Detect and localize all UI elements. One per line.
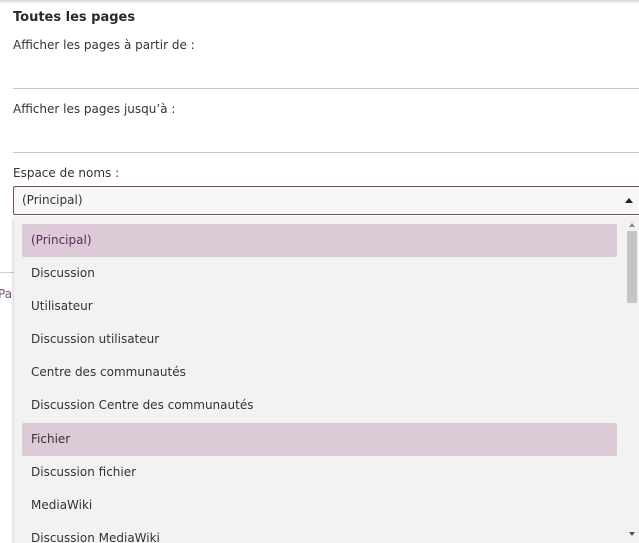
dropdown-option[interactable]: MediaWiki: [22, 489, 617, 522]
namespace-select-value: (Principal): [22, 193, 83, 207]
from-input[interactable]: [13, 62, 639, 89]
namespace-dropdown-list[interactable]: (Principal) Discussion Utilisateur Discu…: [14, 216, 639, 543]
page-title: Toutes les pages: [13, 10, 136, 25]
dropdown-option[interactable]: Discussion utilisateur: [22, 323, 617, 356]
namespace-select[interactable]: (Principal): [13, 186, 639, 215]
dropdown-option[interactable]: Fichier: [22, 423, 617, 456]
dropdown-option[interactable]: Discussion Centre des communautés: [22, 389, 617, 422]
namespace-label: Espace de noms :: [13, 166, 120, 180]
header-shadow: [0, 0, 639, 4]
dropdown-option[interactable]: Discussion fichier: [22, 456, 617, 489]
from-label: Afficher les pages à partir de :: [13, 38, 195, 52]
dropdown-option[interactable]: Utilisateur: [22, 290, 617, 323]
all-pages-form: Toutes les pages Afficher les pages à pa…: [0, 0, 639, 543]
divider: [0, 272, 14, 273]
scrollbar-thumb[interactable]: [627, 231, 637, 303]
dropdown-option[interactable]: Discussion: [22, 257, 617, 290]
scroll-down-arrow-icon[interactable]: [629, 532, 635, 536]
dropdown-option[interactable]: Centre des communautés: [22, 356, 617, 389]
to-input[interactable]: [13, 126, 639, 153]
scroll-up-arrow-icon[interactable]: [629, 223, 635, 227]
dropdown-option[interactable]: Discussion MediaWiki: [22, 522, 617, 543]
dropdown-scrollbar[interactable]: [626, 216, 639, 543]
to-label: Afficher les pages jusqu’à :: [13, 102, 176, 116]
dropdown-option[interactable]: (Principal): [22, 224, 617, 257]
obscured-text: Pa: [0, 287, 13, 301]
caret-up-icon[interactable]: [625, 198, 633, 203]
